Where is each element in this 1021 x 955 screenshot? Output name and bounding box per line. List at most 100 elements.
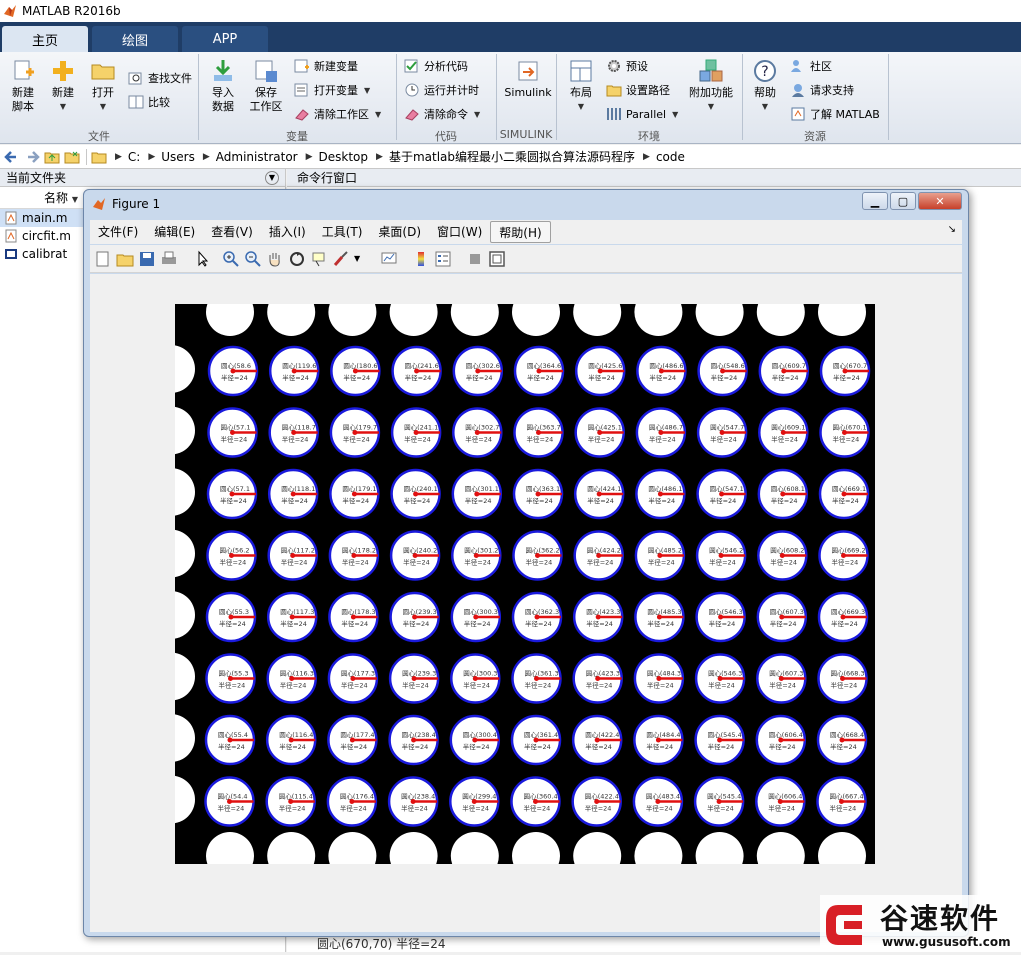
open-variable-button[interactable]: 打开变量 ▼ xyxy=(294,80,370,100)
data-cursor-icon[interactable] xyxy=(310,250,328,268)
radius-label: 半径=24 xyxy=(524,742,551,751)
clear-commands-button[interactable]: 清除命令 ▼ xyxy=(404,104,480,124)
legend-icon[interactable] xyxy=(434,250,452,268)
plus-icon xyxy=(53,61,73,81)
open-variable-label: 打开变量 xyxy=(314,84,358,97)
pan-hand-icon[interactable] xyxy=(266,250,284,268)
menu-file[interactable]: 文件(F) xyxy=(90,221,146,243)
menu-help[interactable]: 帮助(H) xyxy=(490,221,551,243)
rotate-3d-icon[interactable] xyxy=(288,250,306,268)
save-icon[interactable] xyxy=(138,250,156,268)
undock-arrow-icon[interactable]: ↘ xyxy=(948,224,956,235)
menu-window[interactable]: 窗口(W) xyxy=(429,221,490,243)
close-button[interactable]: ✕ xyxy=(918,192,962,210)
menu-insert[interactable]: 插入(I) xyxy=(261,221,314,243)
compare-button[interactable]: 比较 xyxy=(128,92,170,112)
edge-circle-bottom xyxy=(450,832,499,864)
set-path-button[interactable]: 设置路径 xyxy=(606,80,670,100)
clear-workspace-button[interactable]: 清除工作区 ▼ xyxy=(294,104,381,124)
m-file-icon xyxy=(5,229,17,243)
breadcrumb-administrator[interactable]: Administrator xyxy=(216,150,298,164)
menu-view[interactable]: 查看(V) xyxy=(203,221,261,243)
edge-circle-top xyxy=(206,304,254,336)
preferences-button[interactable]: 预设 xyxy=(606,56,648,76)
breadcrumb-desktop[interactable]: Desktop xyxy=(319,150,369,164)
addons-button[interactable]: 附加功能 ▼ xyxy=(688,58,734,114)
request-support-button[interactable]: 请求支持 xyxy=(790,80,854,100)
new-script-button[interactable]: 新建 脚本 xyxy=(6,58,40,114)
up-folder-icon[interactable] xyxy=(44,149,60,165)
panel-menu-icon[interactable]: ▼ xyxy=(265,171,279,185)
radius-label: 半径=24 xyxy=(341,619,368,628)
link-plot-icon[interactable] xyxy=(380,250,398,268)
minimize-button[interactable]: ▁ xyxy=(862,192,888,210)
analyze-code-button[interactable]: 分析代码 xyxy=(404,56,468,76)
dropdown-arrow-icon[interactable]: ▼ xyxy=(354,254,360,263)
help-button[interactable]: ? 帮助 ▼ xyxy=(748,58,782,114)
breadcrumb-c[interactable]: C: xyxy=(128,150,140,164)
open-file-icon[interactable] xyxy=(116,250,134,268)
colorbar-icon[interactable] xyxy=(412,250,430,268)
parallel-button[interactable]: Parallel ▼ xyxy=(606,104,678,124)
tab-apps[interactable]: APP xyxy=(182,26,268,52)
hide-plot-tools-icon[interactable] xyxy=(466,250,484,268)
print-icon[interactable] xyxy=(160,250,178,268)
center-label: 圆心(485.2 xyxy=(648,547,682,555)
center-label: 圆心(609.1 xyxy=(771,424,805,432)
brush-icon[interactable] xyxy=(332,250,350,268)
maximize-button[interactable]: ▢ xyxy=(890,192,916,210)
open-label: 打开 xyxy=(92,86,114,99)
radius-label: 半径=24 xyxy=(587,496,614,505)
breadcrumb-users[interactable]: Users xyxy=(161,150,195,164)
find-files-button[interactable]: 查找文件 xyxy=(128,68,192,88)
learn-matlab-button[interactable]: 了解 MATLAB xyxy=(790,104,880,124)
center-label: 圆心(300.3 xyxy=(464,608,498,616)
center-label: 圆心(54.4 xyxy=(218,793,248,801)
simulink-button[interactable]: Simulink xyxy=(502,58,554,100)
back-arrow-icon[interactable] xyxy=(4,149,20,165)
radius-label: 半径=24 xyxy=(770,619,797,628)
breadcrumb-separator: ▶ xyxy=(202,151,210,162)
radius-label: 半径=24 xyxy=(340,742,367,751)
breadcrumb-project-folder[interactable]: 基于matlab编程最小二乘圆拟合算法源码程序 xyxy=(389,148,635,165)
radius-label: 半径=24 xyxy=(463,681,490,690)
figure-title-bar[interactable]: Figure 1 xyxy=(84,190,968,218)
tab-home[interactable]: 主页 xyxy=(2,26,88,52)
edge-circle-left xyxy=(175,775,195,824)
center-label: 圆心(546.3 xyxy=(708,670,742,678)
center-label: 圆心(425.6 xyxy=(588,362,622,370)
pointer-icon[interactable] xyxy=(194,250,212,268)
center-label: 圆心(362.2 xyxy=(526,547,560,555)
radius-label: 半径=24 xyxy=(648,496,675,505)
save-workspace-button[interactable]: 保存 工作区 xyxy=(246,58,286,114)
new-figure-icon[interactable] xyxy=(94,250,112,268)
zoom-in-icon[interactable] xyxy=(222,250,240,268)
menu-desktop[interactable]: 桌面(D) xyxy=(370,221,429,243)
show-plot-tools-icon[interactable] xyxy=(488,250,506,268)
center-label: 圆心(486.1 xyxy=(648,485,682,493)
center-label: 圆心(606.4 xyxy=(769,731,803,739)
open-button[interactable]: 打开 ▼ xyxy=(86,58,120,114)
edge-circle-bottom xyxy=(206,832,254,864)
menu-tools[interactable]: 工具(T) xyxy=(314,221,371,243)
center-label: 圆心(300.3 xyxy=(463,670,497,678)
edge-circle-bottom xyxy=(328,832,377,864)
breadcrumb-code[interactable]: code xyxy=(656,150,685,164)
center-label: 圆心(300.4 xyxy=(463,731,497,739)
forward-arrow-icon[interactable] xyxy=(24,149,40,165)
browse-folder-icon[interactable] xyxy=(64,149,80,165)
compare-label: 比较 xyxy=(148,96,170,109)
layout-button[interactable]: 布局 ▼ xyxy=(564,58,598,114)
new-button[interactable]: 新建 ▼ xyxy=(46,58,80,114)
edge-circle-left xyxy=(175,406,195,455)
new-variable-button[interactable]: 新建变量 xyxy=(294,56,358,76)
tab-plots[interactable]: 绘图 xyxy=(92,26,178,52)
menu-edit[interactable]: 编辑(E) xyxy=(146,221,203,243)
zoom-out-icon[interactable] xyxy=(244,250,262,268)
edge-circle-left xyxy=(175,714,195,762)
run-and-time-button[interactable]: 运行并计时 xyxy=(404,80,479,100)
radius-label: 半径=24 xyxy=(587,558,614,567)
import-data-button[interactable]: 导入 数据 xyxy=(206,58,240,114)
figure-window[interactable]: Figure 1 ▁ ▢ ✕ 文件(F) 编辑(E) 查看(V) 插入(I) 工… xyxy=(83,189,969,937)
community-button[interactable]: 社区 xyxy=(790,56,832,76)
